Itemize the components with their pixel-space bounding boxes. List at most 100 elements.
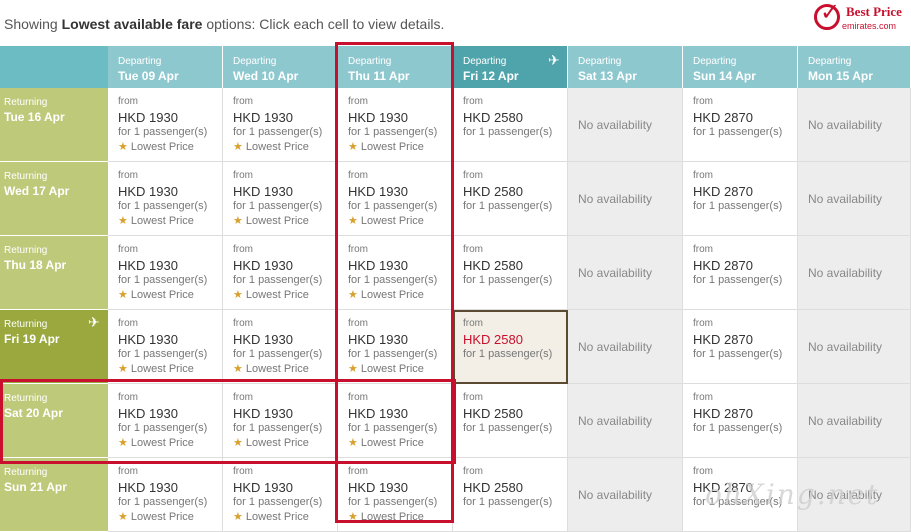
fare-cell[interactable]: from HKD 2580 for 1 passenger(s) [453, 236, 568, 310]
lowest-price-badge: ★ Lowest Price [233, 362, 337, 375]
fare-passengers: for 1 passenger(s) [118, 200, 208, 212]
intro-post: options: Click each cell to view details… [202, 16, 445, 32]
departing-date: Mon 15 Apr [808, 69, 873, 83]
fare-passengers: for 1 passenger(s) [118, 496, 208, 508]
star-icon: ★ [118, 289, 131, 301]
fare-from-label: from [118, 170, 138, 181]
fare-cell[interactable]: from HKD 2870 for 1 passenger(s) [683, 162, 798, 236]
fare-passengers: for 1 passenger(s) [233, 274, 323, 286]
lowest-price-label: Lowest Price [245, 363, 309, 375]
fare-price: HKD 1930 [233, 332, 293, 347]
grid-corner [0, 46, 108, 88]
departing-date: Sun 14 Apr [693, 69, 756, 83]
fare-passengers: for 1 passenger(s) [693, 422, 783, 434]
fare-cell[interactable]: from HKD 2870 for 1 passenger(s) [683, 384, 798, 458]
fare-price: HKD 1930 [118, 258, 178, 273]
fare-cell[interactable]: from HKD 1930 for 1 passenger(s) ★ Lowest P… [223, 236, 338, 310]
lowest-price-label: Lowest Price [245, 141, 309, 153]
departing-label: Departing [118, 56, 162, 67]
fare-cell[interactable]: from HKD 1930 for 1 passenger(s) ★ Lowest P… [108, 162, 223, 236]
returning-header-fri-19[interactable]: Returning Fri 19 Apr ✈ [0, 310, 108, 384]
fare-passengers: for 1 passenger(s) [463, 126, 553, 138]
fare-cell-no-availability[interactable]: No availability [568, 236, 683, 310]
star-icon: ★ [118, 363, 131, 375]
fare-cell[interactable]: from HKD 1930 for 1 passenger(s) ★ Lowest P… [108, 88, 223, 162]
fare-cell[interactable]: from HKD 2580 for 1 passenger(s) [453, 310, 568, 384]
lowest-price-badge: ★ Lowest Price [118, 510, 222, 523]
fare-price: HKD 2870 [693, 258, 753, 273]
fare-cell[interactable]: from HKD 2580 for 1 passenger(s) [453, 162, 568, 236]
returning-header-tue-16[interactable]: Returning Tue 16 Apr [0, 88, 108, 162]
fare-price: HKD 2580 [463, 480, 523, 495]
plane-icon: ✈ [548, 52, 560, 68]
fare-passengers: for 1 passenger(s) [118, 126, 208, 138]
departing-header-mon-15[interactable]: Departing Mon 15 Apr [798, 46, 911, 88]
fare-cell[interactable]: from HKD 1930 for 1 passenger(s) ★ Lowest P… [108, 458, 223, 532]
fare-cell[interactable]: from HKD 2870 for 1 passenger(s) [683, 236, 798, 310]
fare-from-label: from [118, 244, 138, 255]
fare-cell-no-availability[interactable]: No availability [798, 236, 911, 310]
fare-cell-no-availability[interactable]: No availability [798, 384, 911, 458]
star-icon: ★ [118, 511, 131, 523]
fare-cell[interactable]: from HKD 2870 for 1 passenger(s) [683, 88, 798, 162]
intro-text: Showing Lowest available fare options: C… [4, 16, 444, 32]
no-availability-label: No availability [578, 340, 653, 354]
lowest-price-badge: ★ Lowest Price [233, 140, 337, 153]
intro-bold: Lowest available fare [61, 16, 203, 32]
watermark-text: ohXing.net [705, 478, 880, 511]
no-availability-label: No availability [578, 192, 653, 206]
plane-icon: ✈ [88, 314, 100, 330]
returning-header-sun-21[interactable]: Returning Sun 21 Apr [0, 458, 108, 532]
sat-20-highlight-box [0, 379, 456, 464]
fare-passengers: for 1 passenger(s) [463, 348, 553, 360]
departing-label: Departing [233, 56, 277, 67]
fare-cell[interactable]: from HKD 1930 for 1 passenger(s) ★ Lowest P… [223, 310, 338, 384]
fare-from-label: from [463, 244, 483, 255]
fare-cell[interactable]: from HKD 1930 for 1 passenger(s) ★ Lowest P… [108, 236, 223, 310]
fare-cell-no-availability[interactable]: No availability [568, 88, 683, 162]
logo-subtitle: emirates.com [842, 21, 897, 31]
fare-price: HKD 1930 [118, 184, 178, 199]
fare-cell[interactable]: from HKD 1930 for 1 passenger(s) ★ Lowest P… [223, 458, 338, 532]
fare-cell-no-availability[interactable]: No availability [568, 162, 683, 236]
lowest-price-badge: ★ Lowest Price [118, 214, 222, 227]
fare-passengers: for 1 passenger(s) [463, 200, 553, 212]
fare-passengers: for 1 passenger(s) [118, 274, 208, 286]
fare-price: HKD 2870 [693, 332, 753, 347]
fare-price: HKD 1930 [118, 480, 178, 495]
fare-cell[interactable]: from HKD 2580 for 1 passenger(s) [453, 458, 568, 532]
departing-header-sun-14[interactable]: Departing Sun 14 Apr [683, 46, 798, 88]
departing-header-sat-13[interactable]: Departing Sat 13 Apr [568, 46, 683, 88]
returning-date: Tue 16 Apr [4, 110, 65, 124]
lowest-price-badge: ★ Lowest Price [118, 362, 222, 375]
fare-cell-no-availability[interactable]: No availability [798, 310, 911, 384]
returning-label: Returning [4, 97, 48, 108]
fare-cell[interactable]: from HKD 2580 for 1 passenger(s) [453, 88, 568, 162]
fare-passengers: for 1 passenger(s) [463, 274, 553, 286]
returning-header-wed-17[interactable]: Returning Wed 17 Apr [0, 162, 108, 236]
fare-cell-no-availability[interactable]: No availability [798, 88, 911, 162]
lowest-price-label: Lowest Price [245, 511, 309, 523]
fare-cell[interactable]: from HKD 2870 for 1 passenger(s) [683, 310, 798, 384]
fare-from-label: from [233, 318, 253, 329]
fare-cell-no-availability[interactable]: No availability [798, 162, 911, 236]
fare-passengers: for 1 passenger(s) [233, 348, 323, 360]
fare-passengers: for 1 passenger(s) [233, 126, 323, 138]
departing-header-fri-12[interactable]: Departing Fri 12 Apr ✈ [453, 46, 568, 88]
departing-header-wed-10[interactable]: Departing Wed 10 Apr [223, 46, 338, 88]
fare-cell[interactable]: from HKD 1930 for 1 passenger(s) ★ Lowest P… [108, 310, 223, 384]
departing-header-tue-09[interactable]: Departing Tue 09 Apr [108, 46, 223, 88]
lowest-price-badge: ★ Lowest Price [233, 214, 337, 227]
returning-date: Fri 19 Apr [4, 332, 60, 346]
fare-cell-no-availability[interactable]: No availability [568, 458, 683, 532]
fare-cell[interactable]: from HKD 2580 for 1 passenger(s) [453, 384, 568, 458]
fare-cell[interactable]: from HKD 1930 for 1 passenger(s) ★ Lowest P… [223, 162, 338, 236]
fare-from-label: from [693, 96, 713, 107]
returning-header-thu-18[interactable]: Returning Thu 18 Apr [0, 236, 108, 310]
fare-passengers: for 1 passenger(s) [233, 496, 323, 508]
fare-cell[interactable]: from HKD 1930 for 1 passenger(s) ★ Lowest P… [223, 88, 338, 162]
fare-cell-no-availability[interactable]: No availability [568, 310, 683, 384]
star-icon: ★ [233, 511, 246, 523]
fare-cell-no-availability[interactable]: No availability [568, 384, 683, 458]
star-icon: ★ [233, 215, 246, 227]
